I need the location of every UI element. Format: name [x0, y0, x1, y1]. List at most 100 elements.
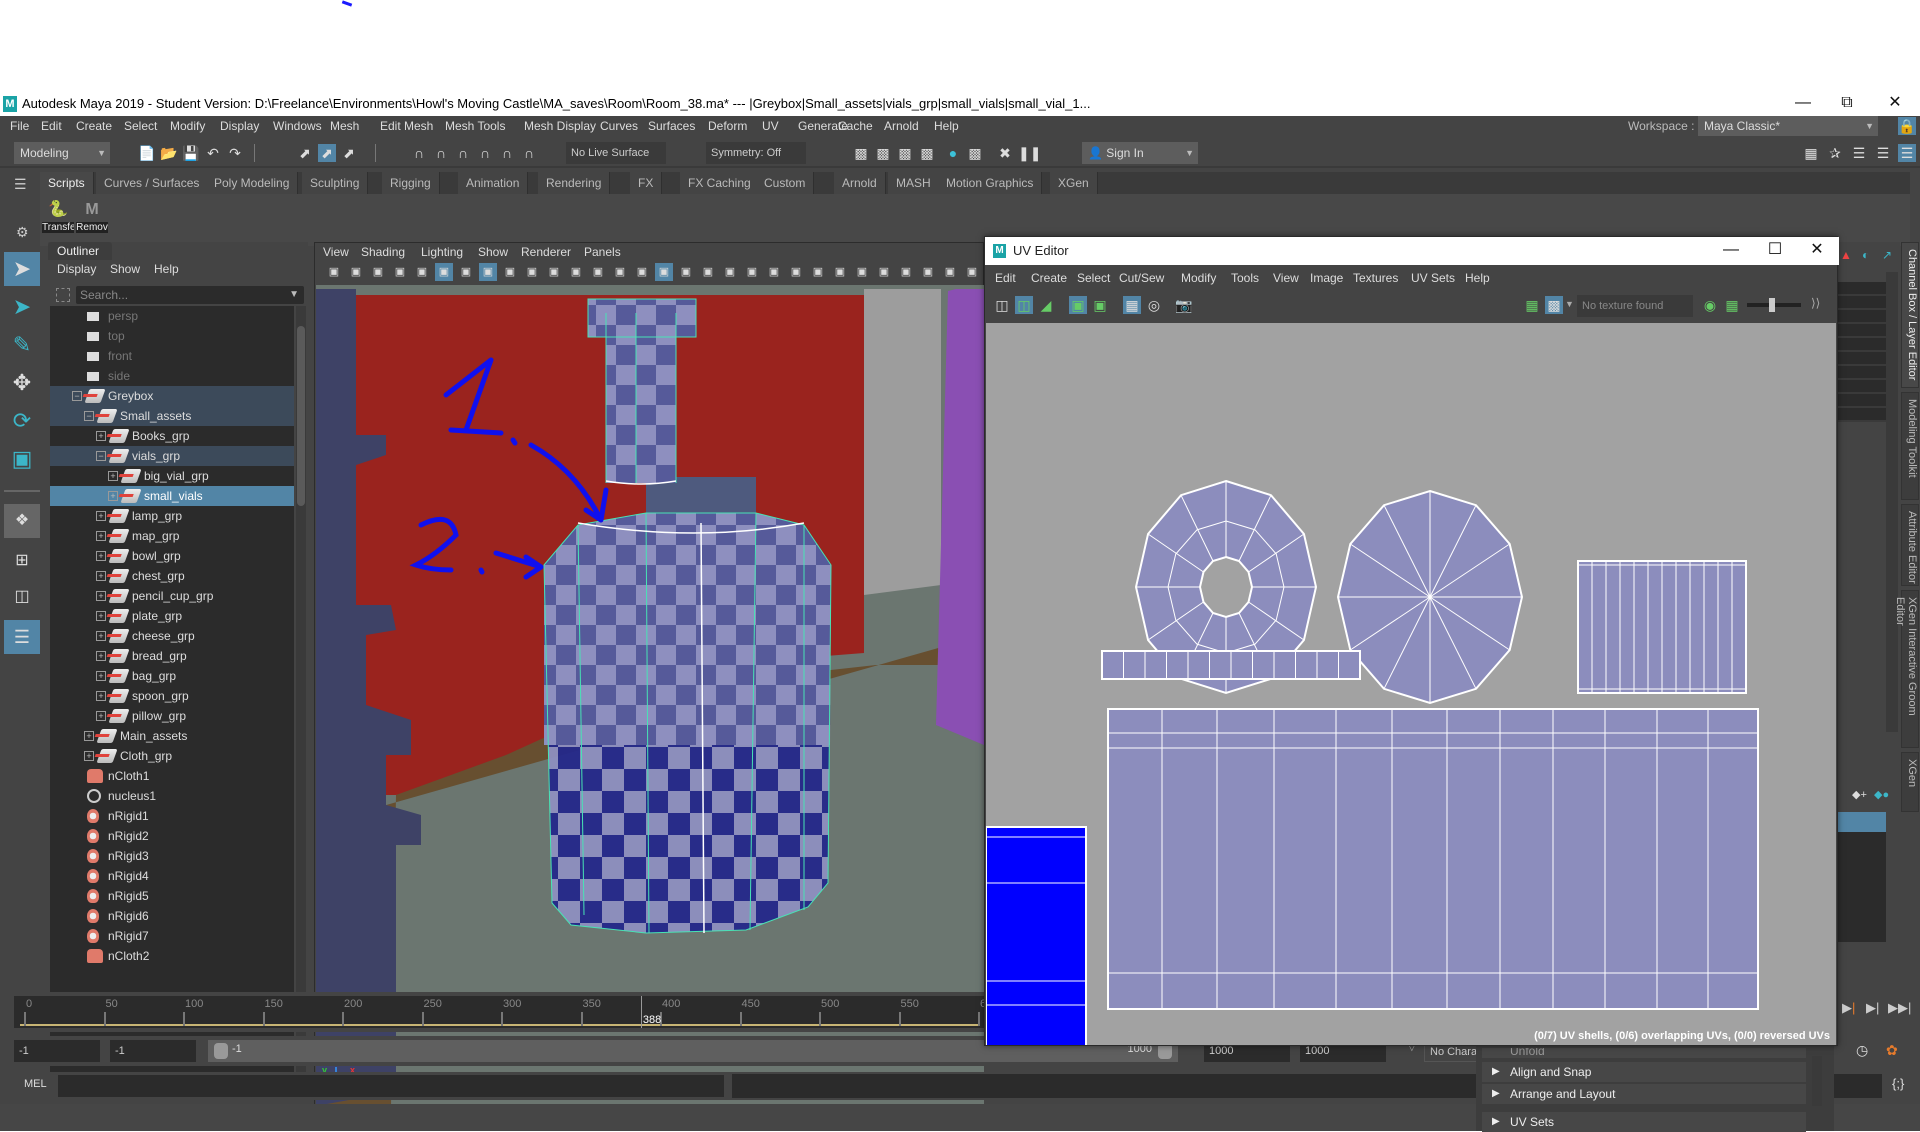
expand-icon[interactable]: + [96, 711, 106, 721]
outliner-item[interactable]: nRigid3 [50, 846, 294, 866]
uv-menu-help[interactable]: Help [1465, 271, 1490, 285]
camera-attributes-icon[interactable]: ▣ [369, 263, 387, 281]
scale-tool-icon[interactable]: ▣ [4, 442, 40, 476]
outliner-item[interactable]: + pencil_cup_grp [50, 586, 294, 606]
new-layer-selected-icon[interactable]: ◆● [1874, 788, 1889, 801]
character-controls-icon[interactable]: ✰ [1826, 144, 1844, 162]
layer-editor-icon[interactable]: ◐ [1862, 248, 1869, 262]
shelf-tab-curves-surfaces[interactable]: Curves / Surfaces [96, 172, 209, 194]
outliner-tab[interactable]: Outliner [48, 242, 112, 260]
shelf-tab-sculpting[interactable]: Sculpting [302, 172, 369, 194]
snap-view-plane-icon[interactable]: ∩ [498, 144, 516, 162]
viewport-scene[interactable]: x y z 2D Pan/Zoom [316, 285, 984, 1106]
bookmark-icon[interactable]: ▣ [391, 263, 409, 281]
uv-menu-modify[interactable]: Modify [1181, 271, 1216, 285]
shelf-tab-arnold[interactable]: Arnold [834, 172, 886, 194]
new-layer-icon[interactable]: ◆+ [1852, 788, 1867, 801]
expand-icon[interactable]: + [96, 551, 106, 561]
gate-mask-icon[interactable]: ▣ [545, 263, 563, 281]
texture-field[interactable]: No texture found [1577, 295, 1693, 317]
sign-in-button[interactable]: 👤 Sign In ▼ [1082, 142, 1198, 164]
scrollbar-thumb[interactable] [297, 326, 305, 506]
safe-action-icon[interactable]: ▣ [589, 263, 607, 281]
exposure-icon[interactable]: ▣ [963, 263, 981, 281]
outliner-item[interactable]: + map_grp [50, 526, 294, 546]
outliner-item[interactable]: + bread_grp [50, 646, 294, 666]
live-surface-field[interactable]: No Live Surface [566, 142, 666, 164]
rotate-tool-icon[interactable]: ⟳ [4, 404, 40, 438]
grease-pencil-icon[interactable]: ▣ [457, 263, 475, 281]
expand-icon[interactable]: + [108, 471, 118, 481]
menu-edit[interactable]: Edit [41, 119, 62, 133]
pause-viewport-icon[interactable]: ❚❚ [1018, 144, 1041, 162]
outliner-item[interactable]: + big_vial_grp [50, 466, 294, 486]
uv-menu-uv-sets[interactable]: UV Sets [1411, 271, 1455, 285]
outliner-layout-icon[interactable]: ☰ [4, 620, 40, 654]
outliner-item[interactable]: + pillow_grp [50, 706, 294, 726]
snap-grid-icon[interactable]: ∩ [410, 144, 428, 162]
animation-prefs-icon[interactable]: ✿ [1886, 1042, 1898, 1059]
outliner-item[interactable]: front [50, 346, 294, 366]
outliner-item[interactable]: + chest_grp [50, 566, 294, 586]
collapse-icon[interactable]: − [84, 411, 94, 421]
expand-icon[interactable]: + [96, 511, 106, 521]
outliner-search-input[interactable]: Search... ▼ [76, 286, 304, 304]
attribute-icon[interactable]: ↗ [1882, 248, 1892, 262]
uv-toolkit-section-align-snap[interactable]: ▶ Align and Snap [1482, 1062, 1806, 1082]
shelf-tab-fx[interactable]: FX [630, 172, 663, 194]
select-tool-icon[interactable]: ➤ [4, 252, 40, 286]
viewport-menu-panels[interactable]: Panels [584, 245, 621, 259]
step-forward-icon[interactable]: ▶| [1866, 1000, 1879, 1016]
menu-create[interactable]: Create [76, 119, 112, 133]
outliner-item[interactable]: nCloth2 [50, 946, 294, 966]
save-scene-icon[interactable]: 💾 [182, 144, 200, 162]
outliner-item[interactable]: + bag_grp [50, 666, 294, 686]
outliner-menu-show[interactable]: Show [110, 262, 140, 276]
close-icon[interactable]: ✕ [1875, 92, 1915, 116]
shelf-tab-rendering[interactable]: Rendering [538, 172, 611, 194]
outliner-item[interactable]: nRigid6 [50, 906, 294, 926]
viewport-menu-view[interactable]: View [323, 245, 349, 259]
modeling-toolkit-icon[interactable]: ▦ [1802, 144, 1820, 162]
outliner-item[interactable]: nRigid2 [50, 826, 294, 846]
menu-mesh-display[interactable]: Mesh Display [524, 119, 596, 133]
workspace-dropdown[interactable]: Maya Classic* ▼ [1698, 116, 1878, 136]
distortion-display-icon[interactable]: ◢ [1037, 296, 1055, 314]
outliner-item[interactable]: + Books_grp [50, 426, 294, 446]
menu-select[interactable]: Select [124, 119, 157, 133]
isolate-select-icon[interactable]: ▣ [875, 263, 893, 281]
outliner-item[interactable]: + lamp_grp [50, 506, 294, 526]
menu-mesh-tools[interactable]: Mesh Tools [445, 119, 505, 133]
make-live-icon[interactable]: ∩ [520, 144, 538, 162]
maximize-icon[interactable]: ☐ [1755, 239, 1795, 263]
grid-icon[interactable]: ▣ [479, 263, 497, 281]
menu-surfaces[interactable]: Surfaces [648, 119, 695, 133]
render-frame-icon[interactable]: ▩ [852, 144, 870, 162]
render-setup-icon[interactable]: ▩ [966, 144, 984, 162]
uv-canvas[interactable]: (0/7) UV shells, (0/6) overlapping UVs, … [986, 323, 1836, 1045]
command-input[interactable] [58, 1075, 724, 1097]
uv-toolkit-section-arrange-layout[interactable]: ▶ Arrange and Layout [1482, 1084, 1806, 1104]
lock-icon[interactable]: 🔒 [1898, 117, 1916, 135]
outliner-item[interactable]: + Cloth_grp [50, 746, 294, 766]
resolution-gate-icon[interactable]: ▣ [523, 263, 541, 281]
outliner-item[interactable]: nRigid7 [50, 926, 294, 946]
outliner-item[interactable]: + cheese_grp [50, 626, 294, 646]
outliner-menu-help[interactable]: Help [154, 262, 179, 276]
lock-camera-icon[interactable]: ▣ [347, 263, 365, 281]
expand-icon[interactable]: + [96, 431, 106, 441]
undo-icon[interactable]: ↶ [204, 144, 222, 162]
start-time-field[interactable]: -1 [14, 1040, 100, 1062]
xray-joints-icon[interactable]: ▣ [897, 263, 915, 281]
menuset-dropdown[interactable]: Modeling ▼ [14, 142, 110, 164]
command-language[interactable]: MEL [24, 1078, 47, 1090]
expand-icon[interactable]: + [96, 591, 106, 601]
anti-aliasing-icon[interactable]: ▣ [831, 263, 849, 281]
outliner-item[interactable]: − Small_assets [50, 406, 294, 426]
chevron-down-icon[interactable]: ▼ [1565, 299, 1574, 309]
menu-edit-mesh[interactable]: Edit Mesh [380, 119, 433, 133]
symmetry-field[interactable]: Symmetry: Off [706, 142, 806, 164]
smooth-shade-icon[interactable]: ▣ [655, 263, 673, 281]
attribute-editor-icon[interactable]: ☰ [1850, 144, 1868, 162]
outliner-item[interactable]: + spoon_grp [50, 686, 294, 706]
